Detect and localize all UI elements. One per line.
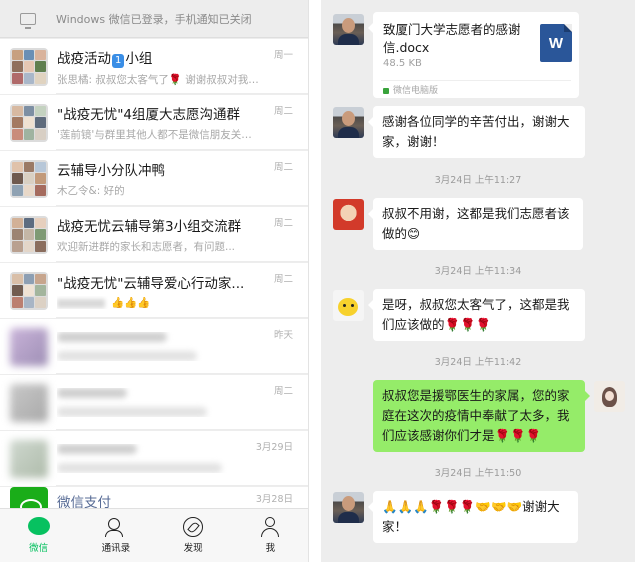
blurred-name	[57, 444, 137, 454]
tab-label: 通讯录	[101, 543, 131, 554]
contacts-icon	[104, 517, 127, 537]
message-timestamp: 3月24日 上午11:34	[434, 266, 522, 277]
blurred-name	[57, 332, 167, 342]
chat-item[interactable]: "战疫无忧"4组厦大志愿沟通群 '莲前镜'与群里其他人都不是微信朋友关系，...…	[0, 95, 308, 150]
pc-wechat-icon	[383, 87, 389, 94]
message-bubble[interactable]: 是呀，叔叔您太客气了，这都是我们应该做的🌹🌹🌹	[368, 289, 585, 341]
chat-time: 周二	[273, 106, 293, 117]
panel-divider	[309, 0, 321, 562]
chat-item[interactable]: 昨天	[0, 319, 308, 374]
chat-time: 周二	[273, 386, 293, 397]
chat-item[interactable]: 战疫无忧云辅导第3小组交流群 欢迎新进群的家长和志愿者，有问题... 周二	[0, 207, 308, 262]
chat-time: 周二	[273, 218, 293, 229]
chat-item[interactable]: 战疫活动 1 小组 张思橘: 叔叔您太客气了🌹 谢谢叔叔对我们... 周一	[0, 39, 308, 94]
compass-icon	[182, 517, 204, 537]
chat-time: 昨天	[273, 330, 293, 341]
tab-contacts[interactable]: 通讯录	[77, 509, 154, 562]
login-notice-bar[interactable]: Windows 微信已登录，手机通知已关闭	[0, 0, 308, 38]
blurred-avatar	[10, 439, 48, 478]
chat-time: 3月29日	[255, 442, 293, 453]
file-size: 48.5 KB	[383, 58, 422, 69]
file-source: 微信电脑版	[383, 83, 438, 96]
monitor-icon	[20, 12, 36, 29]
blurred-preview	[57, 407, 207, 417]
chat-time: 3月28日	[255, 494, 293, 505]
avatar[interactable]	[333, 14, 364, 45]
tab-label: 发现	[183, 543, 203, 554]
avatar[interactable]	[333, 492, 364, 523]
file-divider	[381, 80, 571, 81]
chat-icon	[27, 517, 50, 537]
tab-me[interactable]: 我	[232, 509, 308, 562]
file-message[interactable]: 致厦门大学志愿者的感谢信.docx 48.5 KB W 微信电脑版	[368, 12, 579, 98]
tab-discover[interactable]: 发现	[155, 509, 232, 562]
blurred-avatar	[10, 327, 48, 366]
word-doc-icon: W	[540, 24, 572, 62]
bottom-tab-bar: 微信 通讯录 发现 我	[0, 508, 308, 562]
chat-item[interactable]: 云辅导小分队冲鸭 木乙令&: 好的 周二	[0, 151, 308, 206]
message-bubble[interactable]: 感谢各位同学的辛苦付出，谢谢大家，谢谢！	[368, 106, 585, 158]
chat-name: "战疫无忧"4组厦大志愿沟通群	[57, 107, 241, 123]
number-badge: 1	[112, 53, 125, 68]
chat-name: 云辅导小分队冲鸭	[57, 163, 165, 179]
avatar[interactable]	[333, 107, 364, 138]
login-notice-text: Windows 微信已登录，手机通知已关闭	[56, 12, 252, 26]
blurred-preview	[57, 351, 197, 361]
message-timestamp: 3月24日 上午11:27	[434, 175, 522, 186]
tab-chats[interactable]: 微信	[0, 509, 77, 562]
group-avatar	[10, 47, 48, 86]
conversation-panel: 致厦门大学志愿者的感谢信.docx 48.5 KB W 微信电脑版 感谢各位同学…	[321, 0, 635, 562]
chat-time: 周二	[273, 162, 293, 173]
message-timestamp: 3月24日 上午11:42	[434, 357, 522, 368]
group-avatar	[10, 271, 48, 310]
chat-time: 周一	[273, 50, 293, 61]
chat-preview: 欢迎新进群的家长和志愿者，有问题...	[57, 241, 236, 253]
chat-preview: 张思橘: 叔叔您太客气了🌹 谢谢叔叔对我们...	[57, 73, 262, 86]
chat-preview: 木乙令&: 好的	[57, 185, 125, 197]
blurred-name	[57, 388, 127, 398]
chat-preview: '莲前镜'与群里其他人都不是微信朋友关系，...	[57, 129, 262, 141]
chat-list-panel: Windows 微信已登录，手机通知已关闭 战疫活动 1 小组 张思橘: 叔叔您太客…	[0, 0, 309, 562]
chat-name: 战疫活动 1 小组	[57, 50, 153, 68]
message-bubble[interactable]: 🙏🙏🙏🌹🌹🌹🤝🤝🤝谢谢大家！	[368, 491, 578, 543]
avatar-self[interactable]	[594, 381, 625, 412]
chat-item[interactable]: "战疫无忧"云辅导爱心行动家... 👍👍👍 周二	[0, 263, 308, 318]
file-name: 致厦门大学志愿者的感谢信.docx	[383, 22, 521, 55]
group-avatar	[10, 215, 48, 254]
message-bubble-sent[interactable]: 叔叔您是援鄂医生的家属，您的家庭在这次的疫情中奉献了太多，我们应该感谢你们才是🌹…	[373, 380, 590, 452]
message-timestamp: 3月24日 上午11:50	[434, 468, 522, 479]
avatar[interactable]	[333, 290, 364, 321]
group-avatar	[10, 159, 48, 198]
chat-item[interactable]: 周二	[0, 375, 308, 430]
chat-name: "战疫无忧"云辅导爱心行动家...	[57, 276, 245, 292]
chat-preview: 👍👍👍	[57, 296, 262, 309]
blurred-preview	[57, 463, 222, 473]
tab-label: 我	[265, 543, 276, 554]
avatar[interactable]	[333, 199, 364, 230]
chat-name: 战疫无忧云辅导第3小组交流群	[57, 219, 242, 235]
chat-time: 周二	[273, 274, 293, 285]
message-bubble[interactable]: 叔叔不用谢，这都是我们志愿者该做的😊	[368, 198, 583, 250]
tab-label: 微信	[29, 543, 49, 554]
chat-item[interactable]: 3月29日	[0, 431, 308, 486]
group-avatar	[10, 103, 48, 142]
me-icon	[259, 517, 281, 537]
blurred-avatar	[10, 383, 48, 422]
